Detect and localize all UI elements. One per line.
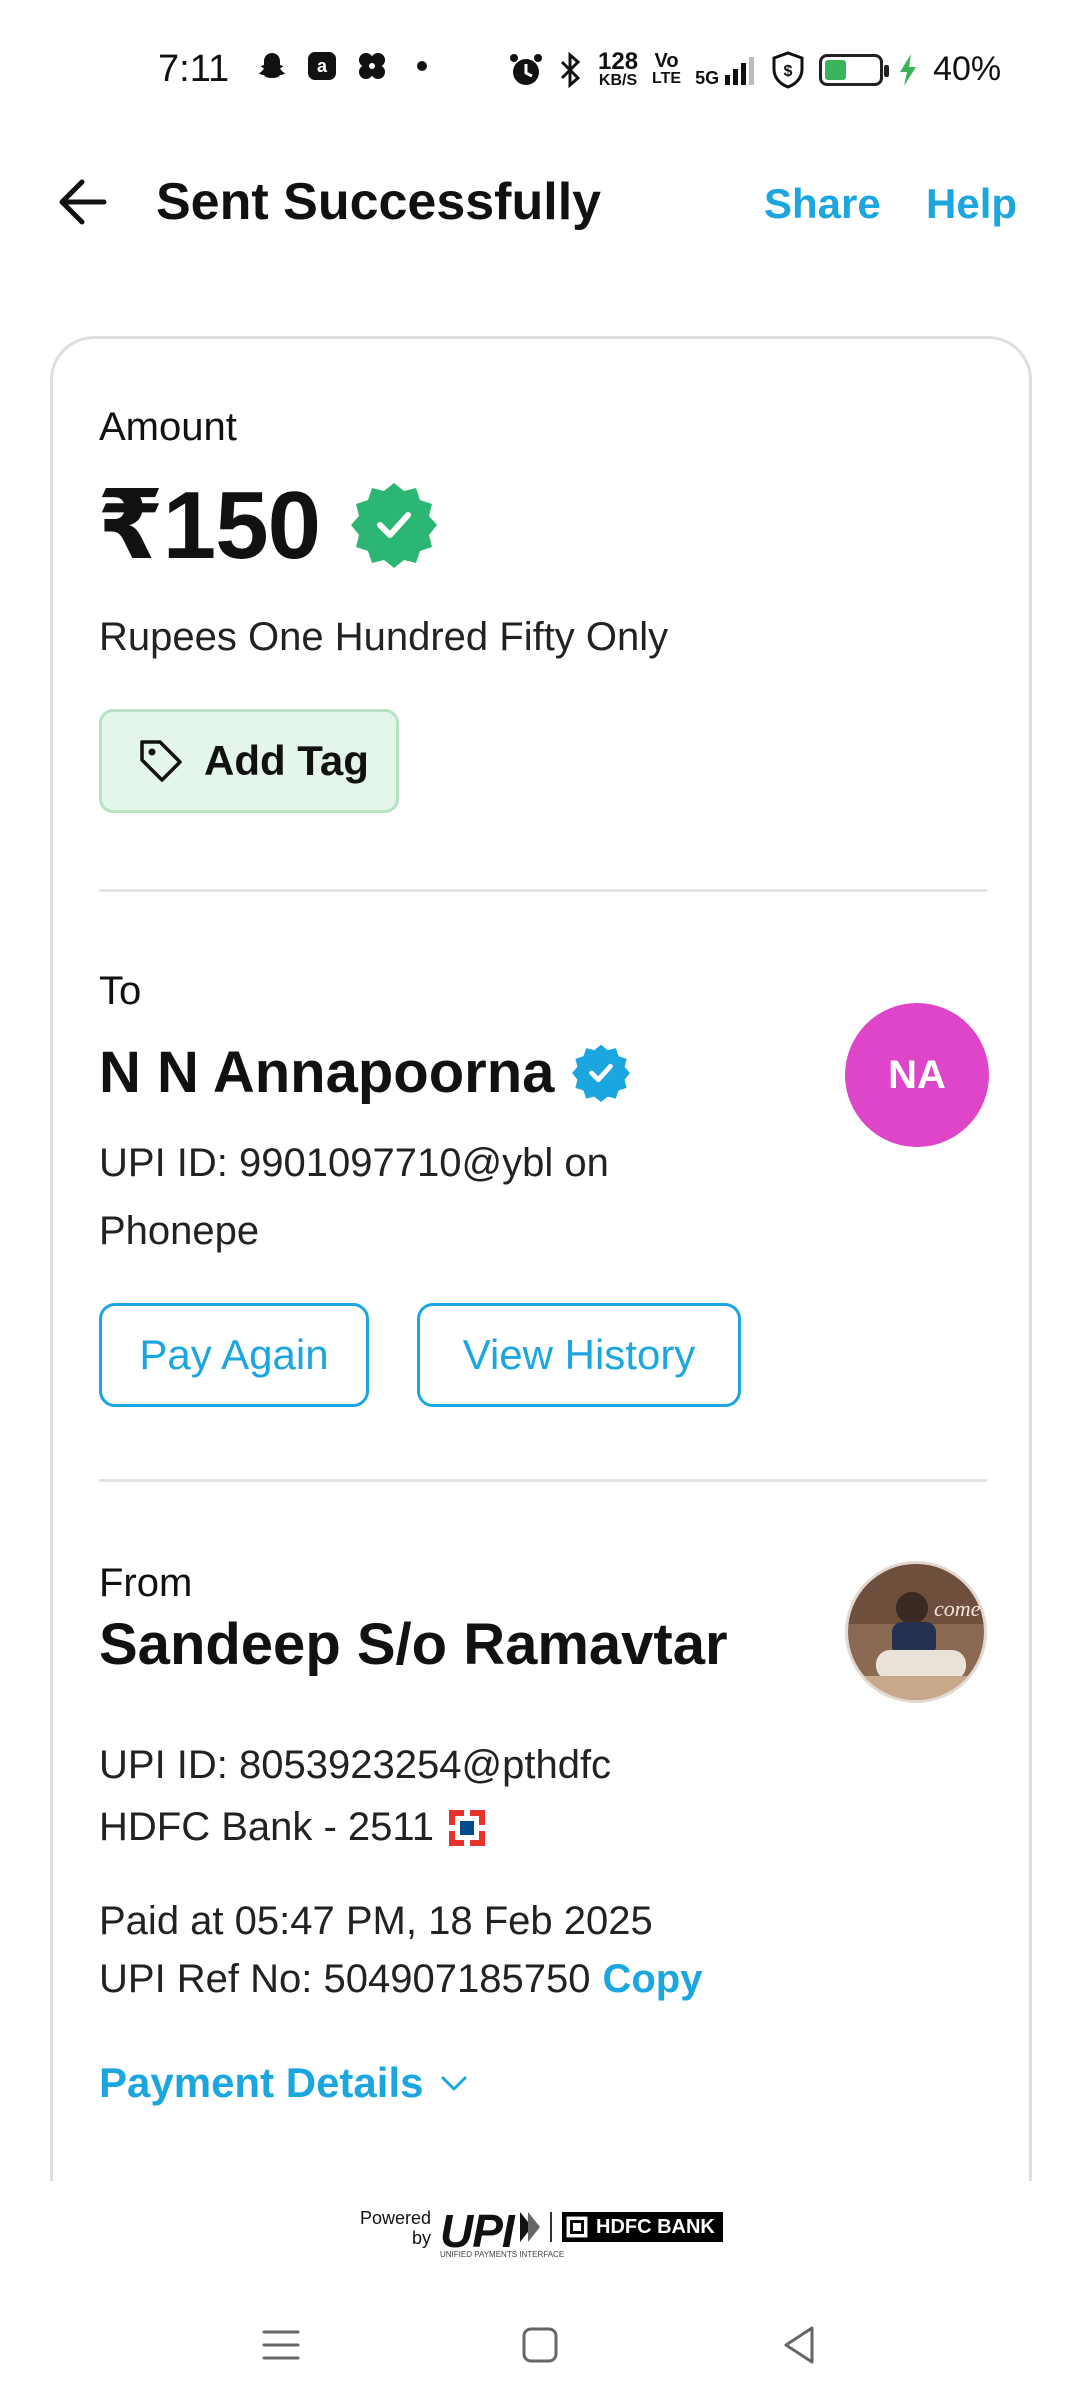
amount-value: ₹150: [97, 472, 321, 579]
upi-arrow-icon: [520, 2212, 540, 2242]
bank-logo-icon: [447, 1808, 486, 1847]
upi-ref-no: UPI Ref No: 504907185750: [99, 1957, 591, 2001]
top-bar: Sent Successfully Share Help: [0, 150, 1080, 260]
signal-strength: 5G: [695, 53, 757, 87]
bank-logo-icon: [566, 2216, 588, 2238]
help-button[interactable]: Help: [926, 180, 1017, 228]
status-bar: 7:11 a 128 KB/S Vo LTE 5G $ 40%: [0, 0, 1080, 140]
powered-line: Powered: [360, 2208, 432, 2228]
powered-by-footer: Powered by UPI UNIFIED PAYMENTS INTERFAC…: [0, 2200, 1080, 2270]
share-button[interactable]: Share: [764, 180, 881, 228]
add-tag-label: Add Tag: [204, 737, 369, 784]
battery-level: [825, 59, 847, 80]
more-notifications-dot-icon: [406, 50, 438, 82]
battery-percent: 40%: [933, 50, 1002, 88]
status-time: 7:11: [158, 48, 230, 90]
sender-avatar: come: [845, 1561, 987, 1703]
divider: [99, 1479, 987, 1482]
pay-again-button[interactable]: Pay Again: [99, 1303, 369, 1407]
recipient-upi-app: Phonepe: [99, 1209, 260, 1253]
copy-button[interactable]: Copy: [602, 1957, 702, 2002]
amazon-icon: a: [306, 50, 338, 82]
payment-details-toggle[interactable]: Payment Details: [99, 2059, 471, 2107]
footer-separator: [550, 2212, 552, 2242]
back-triangle-icon: [784, 2326, 814, 2364]
volte-bottom: LTE: [652, 69, 682, 87]
paid-at: Paid at 05:47 PM, 18 Feb 2025: [99, 1899, 653, 1943]
amount-in-words: Rupees One Hundred Fifty Only: [99, 615, 669, 659]
verified-badge-icon: [572, 1044, 631, 1102]
pinwheel-app-icon: [356, 50, 388, 82]
home-square-icon: [522, 2327, 558, 2363]
sender-upi-id: UPI ID: 8053923254@pthdfc: [99, 1743, 612, 1787]
volte-indicator: Vo LTE: [652, 49, 682, 88]
svg-text:$: $: [784, 63, 793, 80]
back-button[interactable]: [52, 170, 116, 234]
from-label: From: [99, 1561, 193, 1605]
home-button[interactable]: [515, 2320, 565, 2370]
network-type: 5G: [695, 67, 720, 88]
battery-icon: [819, 53, 890, 86]
amount-label: Amount: [99, 405, 237, 449]
notification-icons: a: [256, 50, 438, 82]
amount-row: ₹150: [97, 469, 440, 581]
upi-logo-subtitle: UNIFIED PAYMENTS INTERFACE: [440, 2250, 565, 2259]
by-line: by: [412, 2228, 432, 2248]
alarm-icon: [510, 53, 542, 85]
divider: [99, 889, 987, 892]
system-status-icons: 128 KB/S Vo LTE 5G $ 40%: [508, 47, 1002, 89]
back-nav-button[interactable]: [774, 2320, 824, 2370]
svg-text:a: a: [317, 56, 328, 76]
hdfc-bank-text: HDFC BANK: [596, 2215, 715, 2238]
menu-icon: [262, 2330, 300, 2360]
sender-bank: HDFC Bank - 2511: [99, 1805, 434, 1849]
charging-bolt-icon: [900, 53, 917, 86]
net-speed-value: 128: [598, 47, 639, 75]
chevron-down-icon: [441, 2076, 467, 2091]
tag-icon: [140, 740, 182, 782]
svg-text:come: come: [934, 1596, 981, 1621]
sender-name: Sandeep S/o Ramavtar: [99, 1612, 728, 1677]
back-arrow-icon: [59, 179, 107, 225]
page-title: Sent Successfully: [156, 173, 602, 231]
recents-button[interactable]: [256, 2320, 306, 2370]
transaction-card: Amount ₹150 Rupees One Hundred Fifty Onl…: [50, 336, 1032, 2181]
net-speed: 128 KB/S: [598, 47, 639, 89]
shield-dollar-icon: $: [772, 50, 804, 89]
recipient-name: N N Annapoorna: [99, 1040, 555, 1105]
net-speed-unit: KB/S: [598, 71, 638, 89]
sender-bank-row: HDFC Bank - 2511: [99, 1805, 486, 1850]
bluetooth-icon: [560, 51, 581, 88]
ref-row: UPI Ref No: 504907185750 Copy: [99, 1957, 702, 2002]
recipient-avatar: NA: [845, 1003, 989, 1147]
payment-details-label: Payment Details: [99, 2059, 424, 2106]
to-label: To: [99, 969, 142, 1013]
recipient-name-row: N N Annapoorna: [99, 1039, 632, 1106]
volte-top: Vo: [654, 49, 679, 72]
hdfc-bank-logo: HDFC BANK: [562, 2212, 723, 2242]
signal-bars-icon: [725, 56, 755, 85]
powered-by-text: Powered by: [360, 2208, 431, 2248]
system-navigation-bar: [0, 2290, 1080, 2400]
verified-badge-icon: [350, 483, 437, 568]
add-tag-button[interactable]: Add Tag: [99, 709, 399, 813]
snapchat-icon: [256, 50, 288, 82]
recipient-upi-id: UPI ID: 9901097710@ybl on: [99, 1141, 609, 1185]
view-history-button[interactable]: View History: [417, 1303, 741, 1407]
